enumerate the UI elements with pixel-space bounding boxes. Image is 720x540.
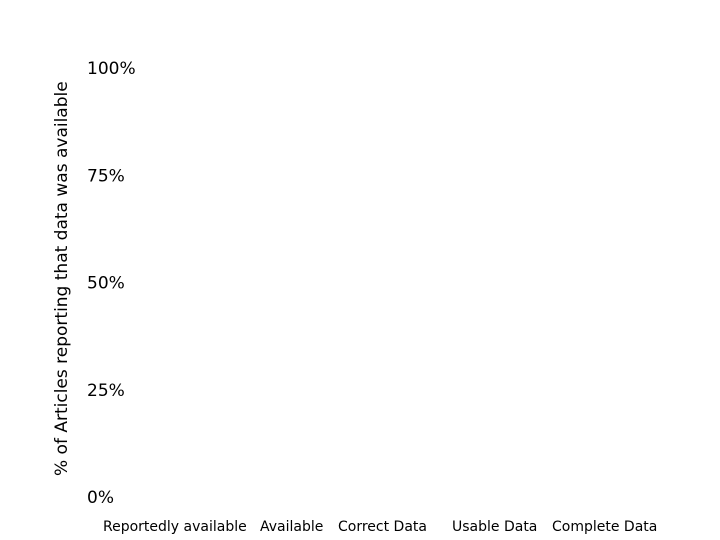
y-tick-label: 75% — [87, 166, 125, 186]
y-tick-label: 0% — [87, 488, 114, 508]
y-tick-label: 25% — [87, 381, 125, 401]
x-tick-label: Usable Data — [452, 519, 537, 535]
y-tick-label: 100% — [87, 59, 136, 79]
x-tick-label: Reportedly available — [103, 519, 247, 535]
y-axis-label: % of Articles reporting that data was av… — [52, 81, 72, 476]
x-tick-label: Complete Data — [552, 519, 657, 535]
y-axis-ticks: 0% 25% 50% 75% 100% — [87, 59, 136, 508]
bar-chart: % of Articles reporting that data was av… — [52, 59, 657, 535]
x-axis-ticks: Reportedly available Available Correct Dat… — [103, 519, 657, 535]
x-tick-label: Available — [260, 519, 323, 535]
x-tick-label: Correct Data — [338, 519, 427, 535]
y-tick-label: 50% — [87, 274, 125, 294]
